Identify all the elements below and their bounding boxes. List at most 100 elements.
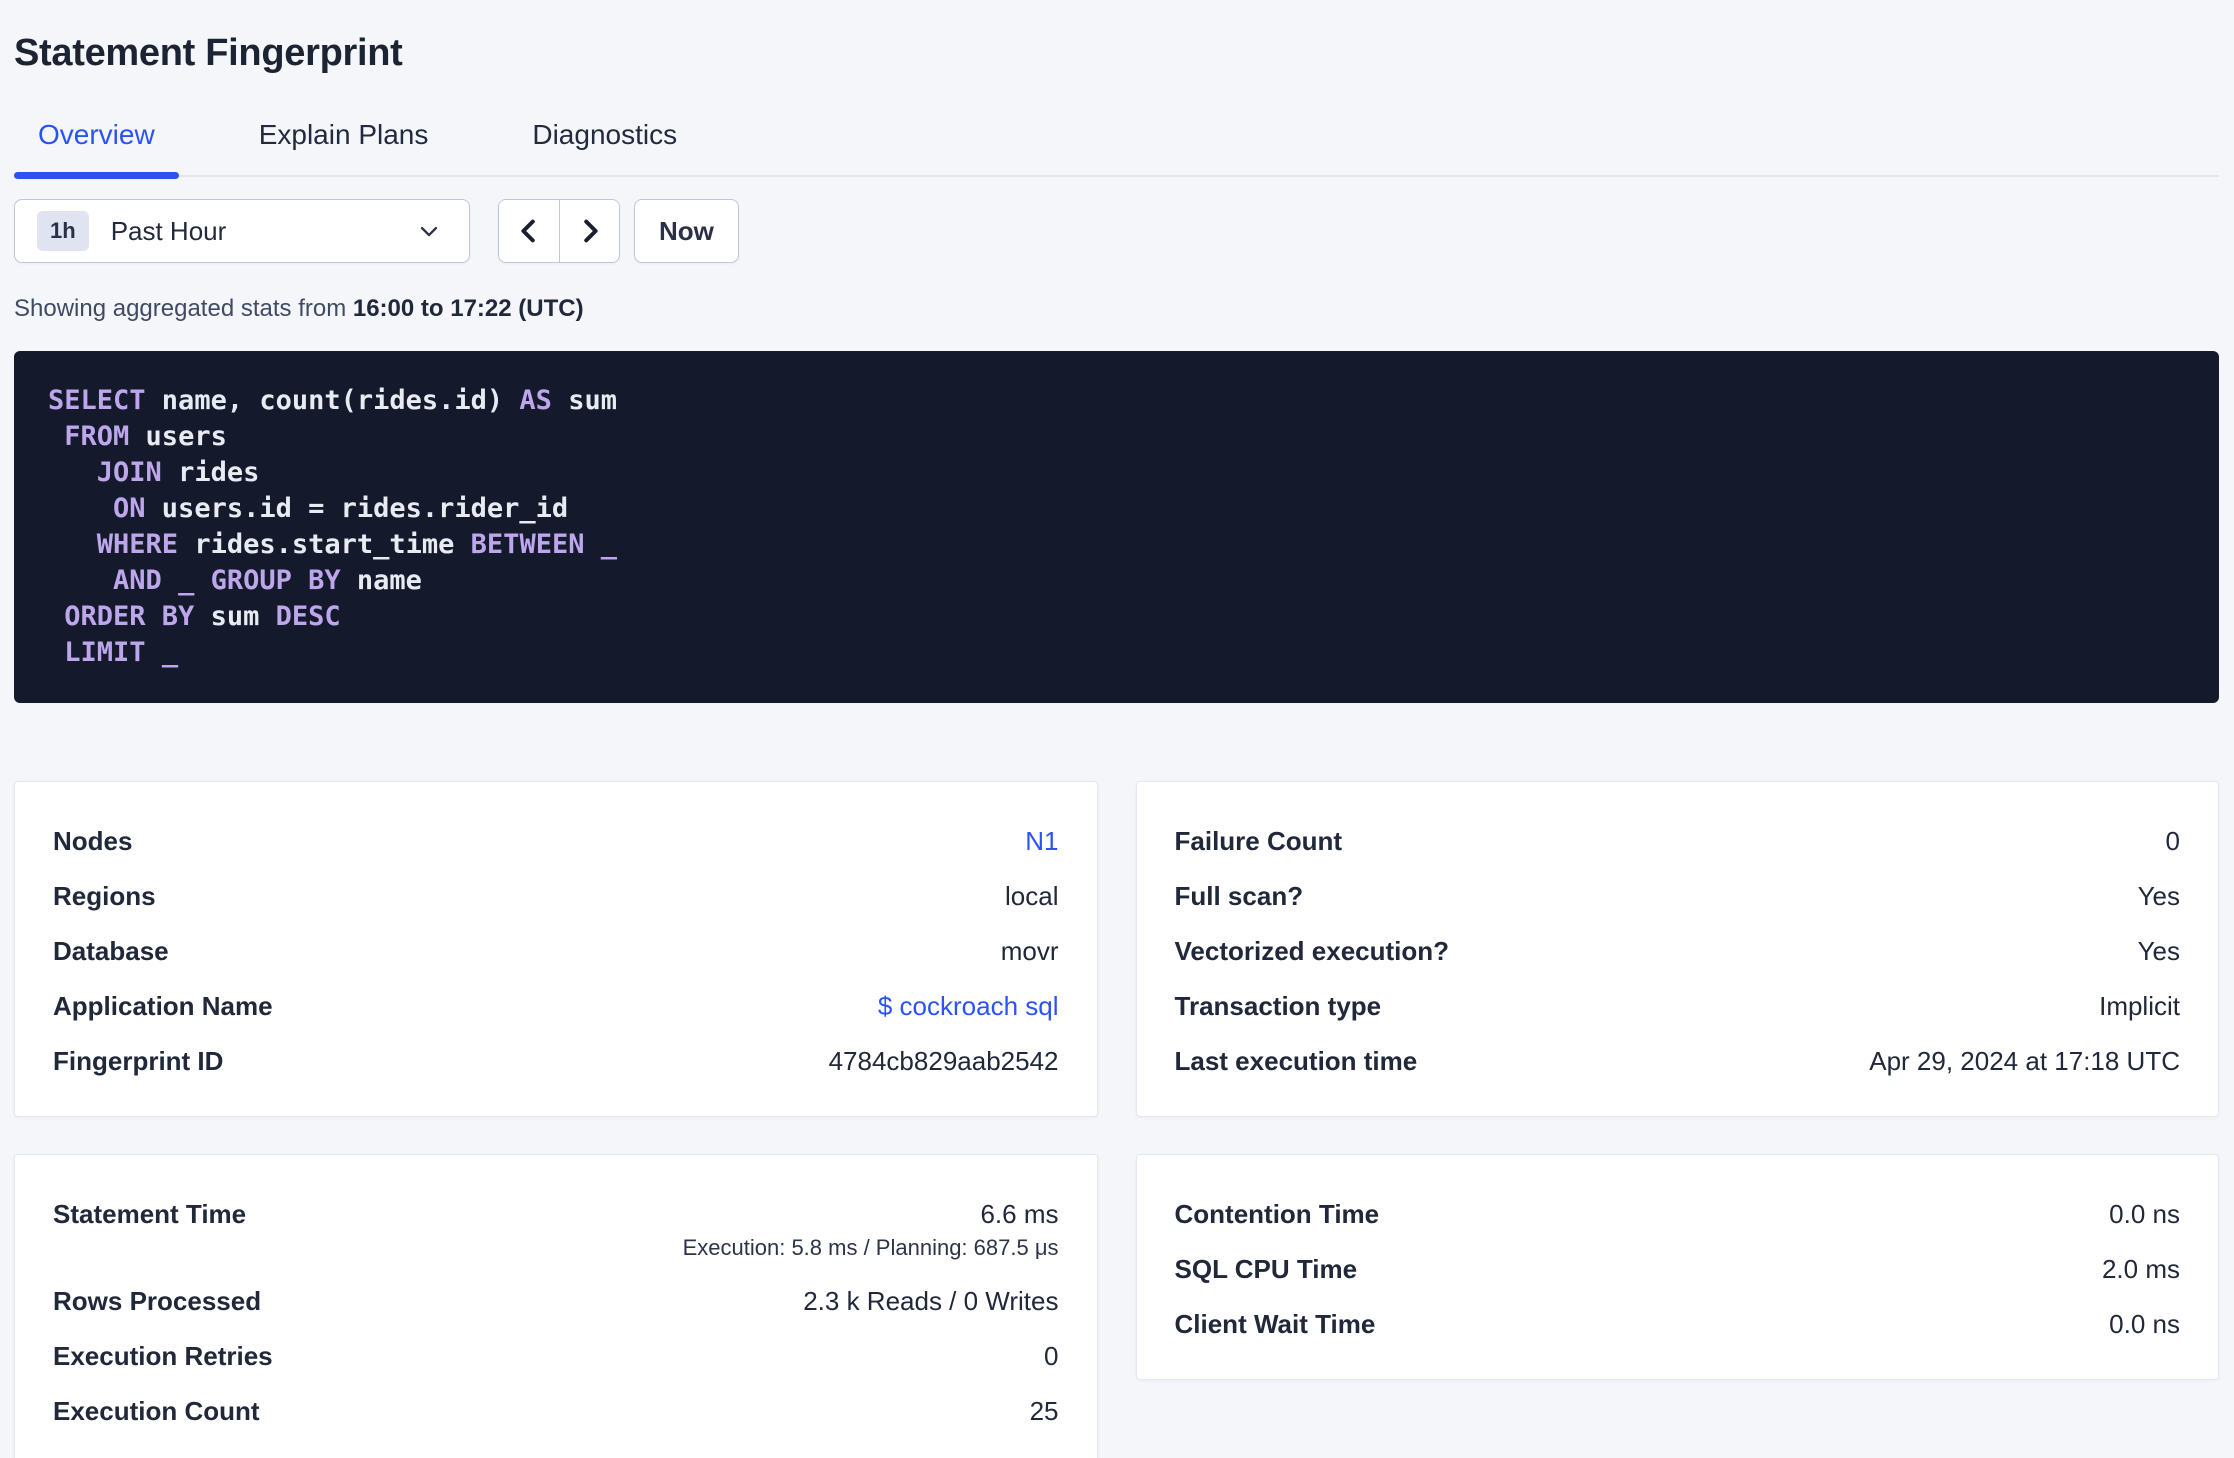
- now-button[interactable]: Now: [634, 199, 739, 263]
- page-title: Statement Fingerprint: [14, 32, 403, 74]
- info-row-label: Regions: [53, 881, 156, 911]
- info-row-value-wrap: $ cockroach sql: [878, 991, 1059, 1021]
- info-row: Execution Retries 0: [53, 1341, 1059, 1371]
- sql-line: LIMIT _: [48, 635, 2185, 671]
- info-row-value-wrap: Yes: [2138, 881, 2180, 911]
- sql-keyword: ORDER BY: [64, 601, 195, 632]
- sql-text: name: [340, 565, 422, 596]
- info-row-value-wrap: 6.6 ms Execution: 5.8 ms / Planning: 687.…: [683, 1199, 1059, 1261]
- sql-text: sum: [194, 601, 276, 632]
- info-row-label: Execution Retries: [53, 1341, 273, 1371]
- info-row: Nodes N1: [53, 826, 1059, 856]
- info-row-value-wrap: 0: [1044, 1341, 1058, 1371]
- info-row-value-wrap: 4784cb829aab2542: [829, 1046, 1059, 1076]
- sql-text: rides.start_time: [178, 529, 471, 560]
- execution-attributes-card: Failure Count 0 Full scan? Yes Vectorized ex…: [1135, 781, 2219, 1117]
- sql-keyword: _: [178, 565, 195, 596]
- info-row-link[interactable]: $ cockroach sql: [878, 991, 1059, 1021]
- info-row: Transaction type Implicit: [1175, 991, 2181, 1021]
- time-stats-card: Contention Time 0.0 ns SQL CPU Time 2.0 ms C…: [1135, 1154, 2219, 1380]
- info-row-label: Statement Time: [53, 1199, 247, 1229]
- sql-text: rides: [161, 457, 260, 488]
- info-row-label: Contention Time: [1174, 1199, 1380, 1229]
- sql-text: users.id = rides.rider_id: [145, 493, 569, 524]
- info-row: Statement Time 6.6 ms Execution: 5.8 ms / …: [53, 1199, 1059, 1261]
- sql-text: sum: [551, 385, 617, 416]
- info-row-value: 2.0 ms: [2101, 1254, 2180, 1284]
- info-row-value: 0.0 ns: [2109, 1309, 2180, 1339]
- info-row-label: Fingerprint ID: [53, 1046, 224, 1076]
- info-row-value-wrap: N1: [1025, 826, 1058, 856]
- info-row-label: Failure Count: [1174, 826, 1343, 856]
- info-row: Client Wait Time 0.0 ns: [1175, 1309, 2181, 1339]
- sql-keyword: JOIN: [96, 457, 162, 488]
- info-row: Full scan? Yes: [1175, 881, 2181, 911]
- chevron-left-icon: [514, 216, 544, 246]
- sql-text: name, count(rides.id): [145, 385, 520, 416]
- tab-bar: Overview Explain Plans Diagnostics: [14, 119, 2219, 179]
- summary-cards-grid: Nodes N1 Regions local Database movr Applicati…: [14, 781, 2219, 1458]
- time-range-label: Past Hour: [110, 215, 227, 246]
- info-row-link[interactable]: N1: [1025, 826, 1058, 856]
- info-row: Failure Count 0: [1175, 826, 2181, 856]
- info-row-value-wrap: 0: [2166, 826, 2180, 856]
- info-row-label: Execution Count: [53, 1396, 260, 1426]
- aggregated-stats-prefix: Showing aggregated stats from: [14, 295, 353, 322]
- tab-overview[interactable]: Overview: [14, 119, 179, 179]
- info-row-label: SQL CPU Time: [1174, 1254, 1358, 1284]
- time-range-badge: 1h: [37, 211, 89, 251]
- sql-line: ON users.id = rides.rider_id: [48, 491, 2185, 527]
- info-row-value: 2.3 k Reads / 0 Writes: [803, 1286, 1059, 1316]
- info-row: Rows Processed 2.3 k Reads / 0 Writes: [53, 1286, 1059, 1316]
- info-row-value: 0: [2165, 826, 2180, 856]
- aggregated-stats-text: Showing aggregated stats from 16:00 to 1…: [14, 295, 2219, 323]
- sql-line: WHERE rides.start_time BETWEEN _: [48, 527, 2185, 563]
- info-row-label: Application Name: [53, 991, 273, 1021]
- sql-keyword: DESC: [275, 601, 341, 632]
- statement-stats-card: Statement Time 6.6 ms Execution: 5.8 ms / …: [14, 1154, 1098, 1458]
- sql-keyword: _: [161, 637, 179, 668]
- tab-explain-plans[interactable]: Explain Plans: [235, 119, 453, 175]
- info-row-value: Yes: [2137, 936, 2180, 966]
- sql-line: JOIN rides: [48, 455, 2185, 491]
- time-interval-arrows: [498, 199, 620, 263]
- sql-keyword: WHERE: [96, 529, 179, 560]
- info-row-label: Last execution time: [1174, 1046, 1418, 1076]
- aggregated-stats-range: 16:00 to 17:22 (UTC): [352, 295, 584, 322]
- info-row-subvalue: Execution: 5.8 ms / Planning: 687.5 μs: [682, 1235, 1059, 1260]
- next-interval-button[interactable]: [559, 200, 619, 262]
- info-row-value: 4784cb829aab2542: [828, 1046, 1059, 1076]
- info-row-value: local: [1005, 881, 1059, 911]
- prev-interval-button[interactable]: [499, 200, 559, 262]
- info-row-value: 0: [1044, 1341, 1059, 1371]
- sql-statement-box: SELECT name, count(rides.id) AS sum FROM…: [14, 351, 2219, 703]
- sql-line: AND _ GROUP BY name: [48, 563, 2185, 599]
- info-row-value: Yes: [2137, 881, 2180, 911]
- info-row-value-wrap: 2.0 ms: [2102, 1254, 2180, 1284]
- chevron-down-icon: [415, 217, 443, 245]
- time-range-dropdown[interactable]: 1h Past Hour: [14, 199, 470, 263]
- sql-keyword: GROUP BY: [210, 565, 341, 596]
- info-row-label: Full scan?: [1174, 881, 1304, 911]
- info-row-value-wrap: 0.0 ns: [2109, 1199, 2180, 1229]
- info-row-value-wrap: 0.0 ns: [2109, 1309, 2180, 1339]
- info-row-value-wrap: Yes: [2138, 936, 2180, 966]
- info-row: Regions local: [53, 881, 1059, 911]
- info-row-value: movr: [1000, 936, 1059, 966]
- tab-diagnostics[interactable]: Diagnostics: [508, 119, 701, 175]
- info-row-label: Database: [53, 936, 169, 966]
- sql-keyword: AS: [519, 385, 552, 416]
- sql-keyword: FROM: [64, 421, 130, 452]
- info-row: Application Name $ cockroach sql: [53, 991, 1059, 1021]
- info-row-value: 6.6 ms: [980, 1199, 1059, 1229]
- info-row-value: 0.0 ns: [2109, 1199, 2180, 1229]
- info-row-value: 25: [1029, 1396, 1059, 1426]
